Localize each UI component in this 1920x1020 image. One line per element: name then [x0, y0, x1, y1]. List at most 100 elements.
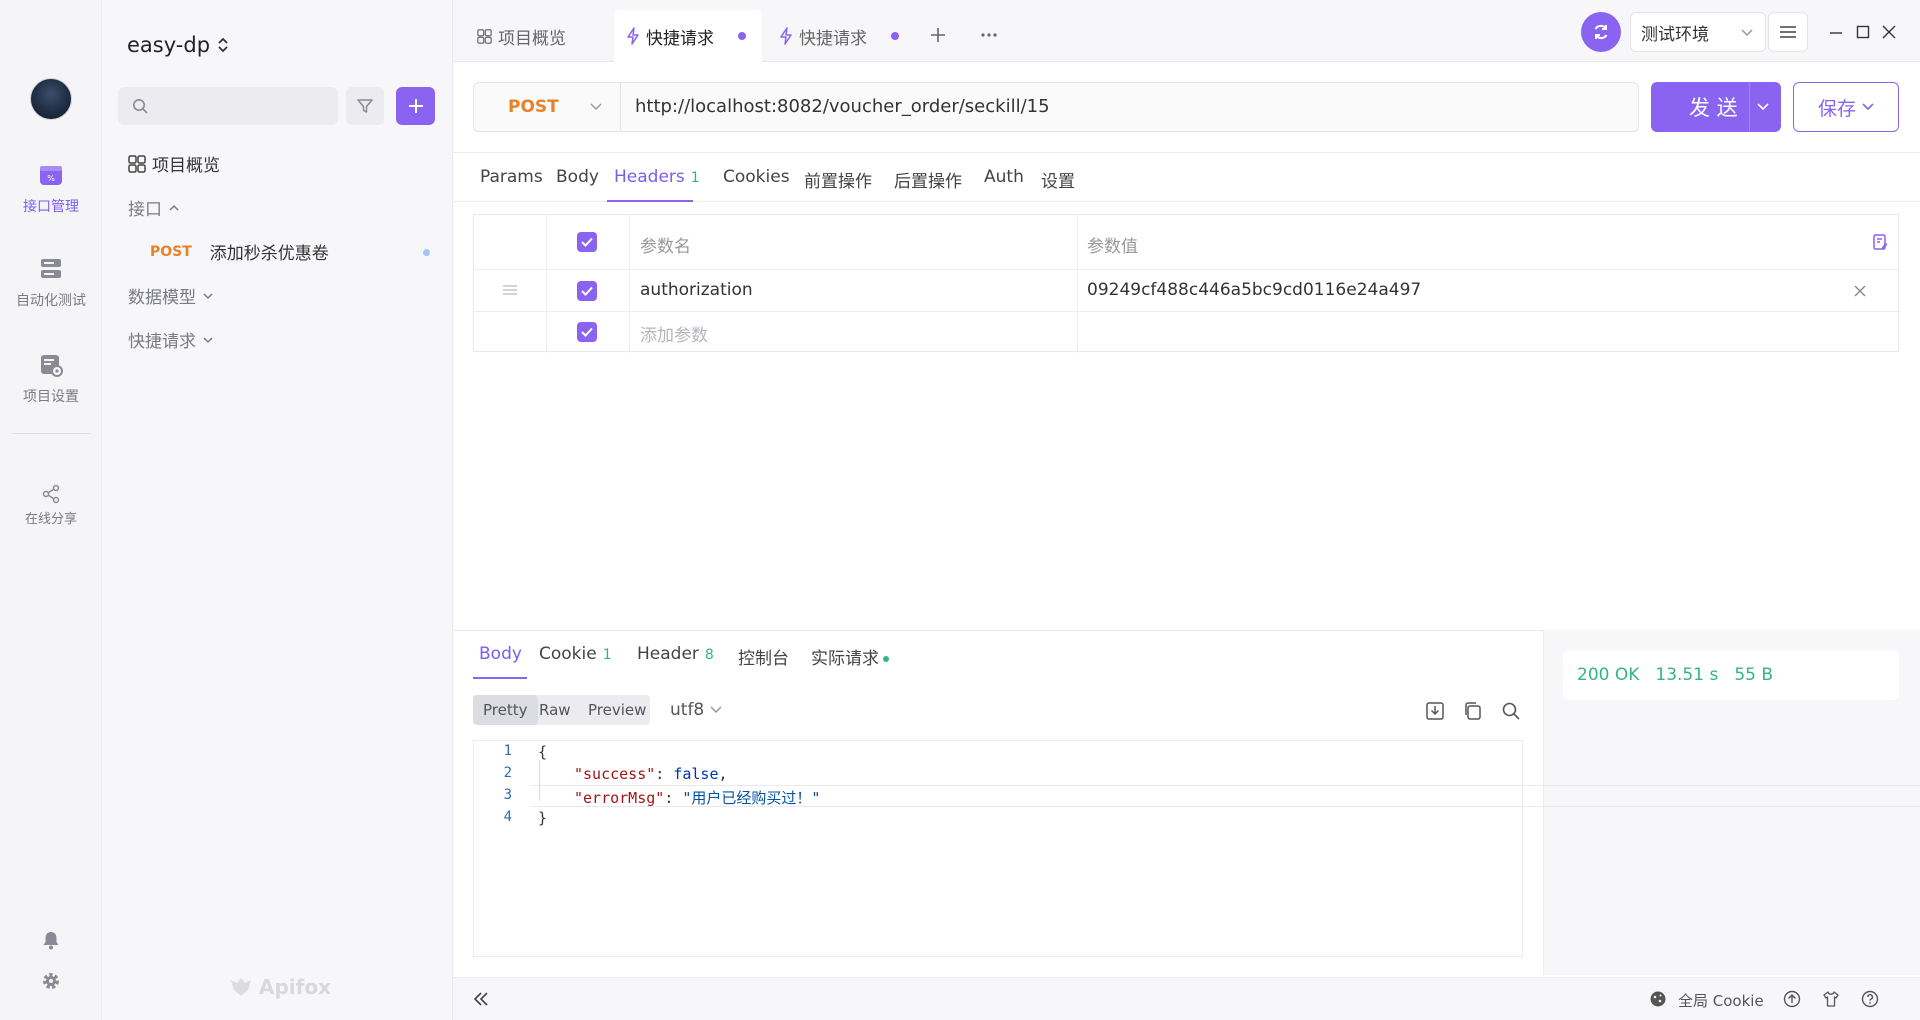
send-options-button[interactable]	[1757, 102, 1769, 112]
close-window-button[interactable]	[1877, 20, 1901, 44]
help-icon[interactable]	[1861, 990, 1879, 1008]
download-icon[interactable]	[1424, 700, 1446, 722]
search-icon[interactable]	[1500, 700, 1522, 722]
copy-icon[interactable]	[1462, 700, 1484, 722]
rail-item-share[interactable]: 在线分享	[0, 484, 102, 527]
response-size: 55 B	[1734, 665, 1774, 685]
resp-tab-cookie[interactable]: Cookie 1	[539, 644, 612, 664]
bell-icon[interactable]	[40, 929, 62, 951]
search-input[interactable]	[118, 87, 338, 125]
status-bar: 全局 Cookie	[453, 977, 1920, 1020]
avatar[interactable]	[30, 78, 72, 120]
method-label: POST	[508, 97, 559, 117]
tab-post-operations[interactable]: 后置操作	[894, 167, 962, 192]
tab-body[interactable]: Body	[556, 167, 599, 187]
check-icon	[581, 327, 593, 337]
maximize-button[interactable]	[1851, 20, 1875, 44]
sidebar-group-data-model[interactable]: 数据模型	[128, 283, 214, 308]
count-badge: 1	[602, 647, 612, 663]
response-status: 200 OK 13.51 s 55 B	[1563, 650, 1899, 700]
request-url-bar: POST http://localhost:8082/voucher_order…	[473, 82, 1639, 132]
save-label: 保存	[1817, 97, 1856, 120]
sidebar-item-api-endpoint[interactable]: POST 添加秒杀优惠卷	[150, 239, 329, 265]
format-pretty[interactable]: Pretty	[473, 695, 538, 725]
sidebar-group-api[interactable]: 接口	[128, 195, 180, 220]
env-sync-button[interactable]	[1581, 12, 1621, 52]
param-name-input[interactable]: authorization	[640, 280, 753, 300]
sort-arrows-icon	[218, 37, 228, 53]
tab-quick-request-active[interactable]: 快捷请求	[614, 10, 762, 62]
format-preview[interactable]: Preview	[578, 695, 656, 725]
format-raw[interactable]: Raw	[529, 695, 581, 725]
sidebar-group-quick-request[interactable]: 快捷请求	[128, 327, 214, 352]
row-enabled-checkbox[interactable]	[577, 281, 597, 301]
rail-item-project-settings[interactable]: 项目设置	[0, 352, 102, 406]
apifox-logo-icon	[231, 978, 251, 996]
shirt-icon[interactable]	[1822, 990, 1840, 1008]
environment-select[interactable]: 测试环境	[1630, 12, 1766, 52]
tab-cookies[interactable]: Cookies	[723, 167, 790, 187]
endpoint-name: 添加秒杀优惠卷	[209, 244, 329, 264]
tab-headers[interactable]: Headers 1	[614, 167, 700, 187]
sidebar-item-overview[interactable]: 项目概览	[128, 151, 220, 176]
resp-tab-actual-request[interactable]: 实际请求	[811, 644, 889, 669]
column-divider	[546, 215, 547, 353]
resp-tab-header[interactable]: Header 8	[637, 644, 714, 664]
sidebar-group-label: 数据模型	[128, 288, 196, 308]
rail-item-label: 自动化测试	[16, 293, 86, 309]
filter-button[interactable]	[346, 87, 384, 125]
tab-auth[interactable]: Auth	[984, 167, 1024, 187]
encoding-select[interactable]: utf8	[670, 700, 722, 720]
rail-item-automation-test[interactable]: 自动化测试	[0, 256, 102, 310]
response-time: 13.51 s	[1655, 665, 1719, 685]
plus-icon	[931, 28, 945, 42]
sidebar: easy-dp 项目概览 接口 POST 添加秒杀优惠卷 数据模型 快捷请求 A…	[102, 0, 453, 1020]
add-button[interactable]	[396, 87, 435, 125]
collapse-sidebar-icon[interactable]	[472, 991, 490, 1007]
tab-label: 实际请求	[811, 649, 879, 669]
tab-settings[interactable]: 设置	[1041, 167, 1075, 192]
environment-menu-button[interactable]	[1768, 12, 1808, 52]
tab-project-overview[interactable]: 项目概览	[465, 10, 578, 62]
tab-pre-operations[interactable]: 前置操作	[804, 167, 872, 192]
share-icon	[41, 484, 61, 504]
delete-row-icon[interactable]	[1853, 284, 1867, 298]
rail-item-label: 在线分享	[24, 512, 77, 527]
indent-guide	[539, 761, 540, 801]
tab-quick-request[interactable]: 快捷请求	[767, 10, 911, 62]
param-value-input[interactable]: 09249cf488c446a5bc9cd0116e24a497	[1087, 280, 1421, 300]
resp-tab-body[interactable]: Body	[479, 644, 522, 664]
upload-icon[interactable]	[1783, 990, 1801, 1008]
project-settings-icon	[38, 352, 64, 378]
rail-item-api-management[interactable]: % 接口管理	[0, 162, 102, 216]
drag-handle-icon[interactable]	[502, 285, 518, 295]
close-icon	[1882, 25, 1896, 39]
column-divider	[629, 215, 630, 353]
tab-params[interactable]: Params	[480, 167, 543, 187]
minimize-button[interactable]	[1824, 20, 1848, 44]
response-body-viewer[interactable]: 1 { 2 "success": false, 3 "errorMsg": "用…	[473, 740, 1920, 957]
more-tabs-button[interactable]	[980, 32, 998, 38]
api-management-icon: %	[38, 162, 64, 188]
gear-icon[interactable]	[40, 970, 62, 992]
resp-tab-console[interactable]: 控制台	[738, 644, 789, 669]
global-cookie-button[interactable]: 全局 Cookie	[1678, 990, 1764, 1011]
save-button[interactable]: 保存	[1793, 82, 1899, 132]
bulk-edit-icon[interactable]	[1871, 233, 1889, 251]
cookie-icon	[1650, 991, 1666, 1007]
url-input[interactable]: http://localhost:8082/voucher_order/seck…	[635, 96, 1050, 117]
automation-test-icon	[38, 256, 64, 282]
new-tab-button[interactable]	[929, 26, 947, 44]
project-switcher[interactable]: easy-dp	[127, 33, 230, 57]
add-param-input[interactable]: 添加参数	[640, 321, 708, 346]
status-code: 200 OK	[1577, 665, 1640, 685]
sidebar-group-label: 快捷请求	[128, 332, 196, 352]
method-select[interactable]: POST	[474, 83, 621, 131]
row-enabled-checkbox[interactable]	[577, 322, 597, 342]
line-number: 2	[503, 765, 512, 781]
tab-label: Cookie	[539, 644, 597, 664]
json-value: "用户已经购买过！"	[682, 789, 821, 807]
select-all-checkbox[interactable]	[577, 232, 597, 252]
tab-label: 快捷请求	[799, 28, 867, 49]
unsaved-dot	[738, 32, 746, 40]
